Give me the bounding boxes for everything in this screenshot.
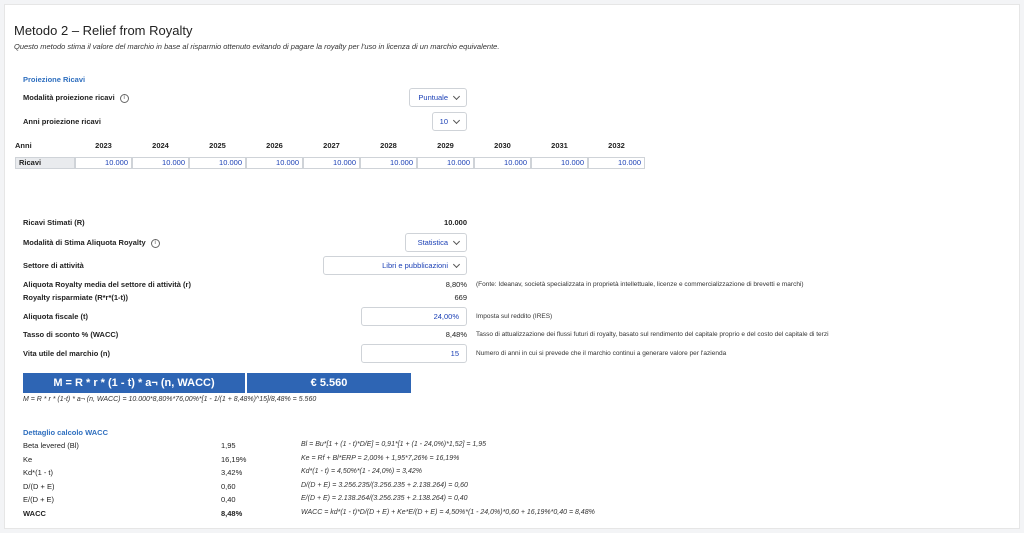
- wacc-row-formula: D/(D + E) = 3.256.235/(3.256.235 + 2.138…: [301, 482, 468, 489]
- wacc-row-value: 1,95: [221, 441, 236, 450]
- sector-select[interactable]: Libri e pubblicazioni: [323, 256, 467, 275]
- revenue-input[interactable]: 10.000: [75, 157, 132, 169]
- revenue-input[interactable]: 10.000: [189, 157, 246, 169]
- revenue-input[interactable]: 10.000: [474, 157, 531, 169]
- revenue-input[interactable]: 10.000: [246, 157, 303, 169]
- wacc-row-formula: WACC = kd*(1 - t)*D/(D + E) + Ke*E/(D + …: [301, 509, 595, 516]
- tax-label: Aliquota fiscale (t): [23, 312, 89, 321]
- royalty-mode-select[interactable]: Statistica: [405, 233, 467, 252]
- wacc-row-formula: Kd*(1 - t) = 4,50%*(1 - 24,0%) = 3,42%: [301, 468, 423, 475]
- revenue-row-label: Ricavi: [15, 157, 75, 169]
- year-header: 2032: [608, 141, 625, 150]
- projection-mode-label: Modalità proiezione ricavi i: [23, 93, 129, 103]
- chevron-down-icon: [452, 237, 461, 245]
- year-header: 2030: [494, 141, 511, 150]
- wacc-row-label: D/(D + E): [23, 482, 55, 491]
- year-header: 2027: [323, 141, 340, 150]
- wacc-row-label: Beta levered (Bl): [23, 441, 79, 450]
- wacc-row-formula: E/(D + E) = 2.138.264/(3.256.235 + 2.138…: [301, 495, 468, 502]
- wacc-label: Tasso di sconto % (WACC): [23, 330, 119, 339]
- saved-royalty-value: 669: [454, 293, 467, 302]
- info-icon[interactable]: i: [119, 93, 129, 103]
- tax-note: Imposta sul reddito (IRES): [476, 313, 553, 320]
- wacc-row-value: 16,19%: [221, 455, 247, 464]
- year-header: 2024: [152, 141, 169, 150]
- revenue-input[interactable]: 10.000: [360, 157, 417, 169]
- result-value-bar: € 5.560: [247, 373, 411, 393]
- year-header: 2023: [95, 141, 112, 150]
- wacc-value: 8,48%: [445, 330, 467, 339]
- projection-years-label: Anni proiezione ricavi: [23, 117, 101, 126]
- year-header: 2025: [209, 141, 226, 150]
- years-header-label: Anni: [15, 141, 32, 150]
- wacc-row-value: 0,60: [221, 482, 236, 491]
- projection-mode-select[interactable]: Puntuale: [409, 88, 467, 107]
- result-formula-detail: M = R * r * (1-t) * a¬ (n, WACC) = 10.00…: [23, 396, 317, 403]
- projection-years-select[interactable]: 10: [432, 112, 467, 131]
- avg-rate-note: (Fonte: Ideanav, società specializzata i…: [476, 281, 804, 288]
- result-formula-bar: M = R * r * (1 - t) * a¬ (n, WACC): [23, 373, 245, 393]
- wacc-row-label: WACC: [23, 509, 46, 518]
- main-card: Metodo 2 – Relief from Royalty Questo me…: [4, 4, 1020, 529]
- avg-rate-value: 8,80%: [445, 280, 467, 289]
- revenue-input[interactable]: 10.000: [303, 157, 360, 169]
- wacc-row-value: 8,48%: [221, 509, 243, 518]
- royalty-mode-label: Modalità di Stima Aliquota Royalty i: [23, 238, 160, 248]
- wacc-note: Tasso di attualizzazione dei flussi futu…: [476, 331, 829, 338]
- revenue-input[interactable]: 10.000: [132, 157, 189, 169]
- saved-royalty-label: Royalty risparmiate (R*r*(1-t)): [23, 293, 129, 302]
- year-header: 2028: [380, 141, 397, 150]
- year-header: 2029: [437, 141, 454, 150]
- info-icon[interactable]: i: [150, 238, 160, 248]
- wacc-section-title: Dettaglio calcolo WACC: [23, 428, 109, 437]
- wacc-row-formula: Ke = Rf + Bl*ERP = 2,00% + 1,95*7,26% = …: [301, 455, 460, 462]
- life-label: Vita utile del marchio (n): [23, 349, 110, 358]
- year-header: 2026: [266, 141, 283, 150]
- chevron-down-icon: [452, 92, 461, 100]
- wacc-row-label: Ke: [23, 455, 33, 464]
- est-revenue-value: 10.000: [444, 218, 467, 227]
- year-header: 2031: [551, 141, 568, 150]
- chevron-down-icon: [452, 260, 461, 268]
- avg-rate-label: Aliquota Royalty media del settore di at…: [23, 280, 191, 289]
- projection-section-title: Proiezione Ricavi: [23, 75, 86, 84]
- wacc-row-value: 3,42%: [221, 468, 243, 477]
- page-title: Metodo 2 – Relief from Royalty: [14, 23, 193, 38]
- revenue-input[interactable]: 10.000: [588, 157, 645, 169]
- wacc-row-label: Kd*(1 - t): [23, 468, 54, 477]
- wacc-row-label: E/(D + E): [23, 495, 55, 504]
- wacc-row-value: 0,40: [221, 495, 236, 504]
- sector-label: Settore di attività: [23, 261, 84, 270]
- life-input[interactable]: 15: [361, 344, 467, 363]
- life-note: Numero di anni in cui si prevede che il …: [476, 350, 727, 357]
- tax-input[interactable]: 24,00%: [361, 307, 467, 326]
- revenue-input[interactable]: 10.000: [417, 157, 474, 169]
- page-subtitle: Questo metodo stima il valore del marchi…: [14, 42, 500, 51]
- chevron-down-icon: [452, 116, 461, 124]
- revenue-input[interactable]: 10.000: [531, 157, 588, 169]
- wacc-row-formula: Bl = Bu*[1 + (1 - t)*D/E] = 0,91*[1 + (1…: [301, 441, 487, 448]
- est-revenue-label: Ricavi Stimati (R): [23, 218, 85, 227]
